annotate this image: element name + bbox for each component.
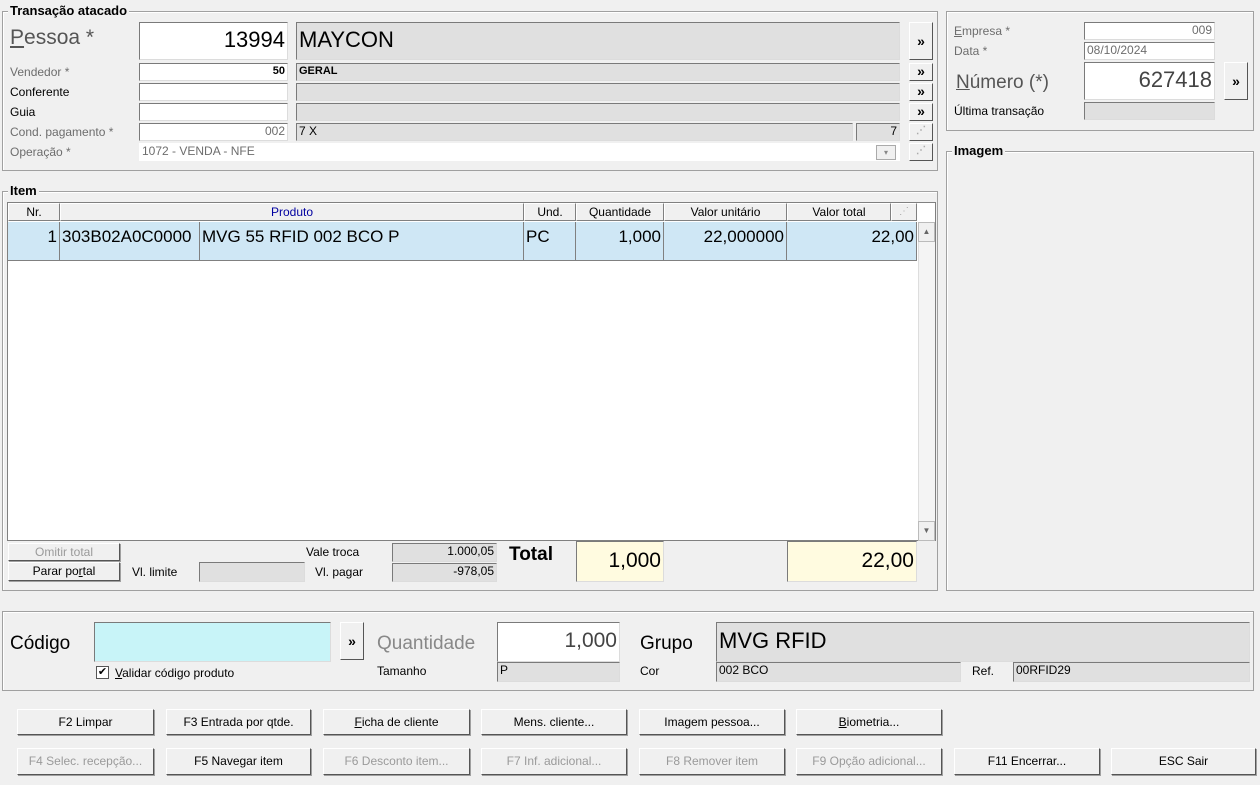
ficha-cliente-button[interactable]: Ficha de cliente	[323, 709, 470, 735]
validar-checkbox[interactable]: ✔	[96, 666, 109, 679]
empresa-input[interactable]: 009	[1084, 22, 1215, 40]
numero-label: Número (*)	[956, 72, 1049, 93]
encerrar-button[interactable]: F11 Encerrar...	[954, 748, 1100, 775]
scroll-down-icon[interactable]: ▼	[918, 521, 935, 541]
cor-field: 002 BCO	[716, 662, 961, 682]
imagem-legend: Imagem	[952, 143, 1006, 158]
operacao-dropdown-icon[interactable]: ▾	[876, 145, 896, 160]
total-label: Total	[509, 544, 553, 565]
scroll-up-icon[interactable]: ▲	[918, 222, 935, 242]
conferente-code-input[interactable]	[139, 83, 288, 101]
grupo-label: Grupo	[640, 633, 693, 654]
cond-pagamento-label: Cond. pagamento *	[10, 125, 114, 139]
codigo-label: Código	[10, 633, 71, 654]
mens-cliente-button[interactable]: Mens. cliente...	[481, 709, 627, 735]
grupo-field: MVG RFID	[716, 622, 1250, 662]
desconto-item-button[interactable]: F6 Desconto item...	[323, 748, 470, 775]
navegar-item-button[interactable]: F5 Navegar item	[166, 748, 311, 775]
numero-search-button[interactable]: »	[1224, 62, 1248, 100]
cell-quantidade: 1,000	[576, 222, 664, 261]
col-header-nr[interactable]: Nr.	[8, 203, 60, 221]
col-header-produto[interactable]: Produto	[60, 203, 524, 221]
pessoa-name-field: MAYCON	[296, 22, 900, 60]
cor-label: Cor	[640, 664, 660, 678]
total-quantidade-field: 1,000	[576, 541, 664, 582]
vendedor-name-field: GERAL	[296, 63, 900, 81]
guia-label: Guia	[10, 105, 36, 119]
vendedor-label: Vendedor *	[10, 65, 70, 79]
codigo-search-button[interactable]: »	[340, 622, 364, 660]
imagem-group	[946, 151, 1254, 591]
total-valor-field: 22,00	[787, 541, 917, 582]
biometria-button[interactable]: Biometria...	[796, 709, 942, 735]
remover-item-button[interactable]: F8 Remover item	[639, 748, 785, 775]
vale-troca-field: 1.000,05	[392, 543, 497, 562]
cond-pagamento-name-field: 7 X	[296, 123, 853, 141]
opcao-adicional-button[interactable]: F9 Opção adicional...	[796, 748, 942, 775]
codigo-input[interactable]	[94, 622, 331, 662]
conferente-name-field	[296, 83, 900, 101]
conferente-label: Conferente	[10, 85, 70, 99]
guia-search-button[interactable]: »	[909, 103, 933, 121]
cell-produto: MVG 55 RFID 002 BCO P	[200, 222, 524, 261]
ref-field: 00RFID29	[1013, 662, 1250, 682]
cell-valor-total: 22,00	[787, 222, 917, 261]
operacao-select[interactable]: 1072 - VENDA - NFE	[139, 143, 900, 161]
col-header-und[interactable]: Und.	[524, 203, 576, 221]
col-header-valor-unitario[interactable]: Valor unitário	[664, 203, 787, 221]
transacao-legend: Transação atacado	[8, 3, 130, 18]
numero-input[interactable]: 627418	[1084, 62, 1215, 100]
quantidade-input[interactable]: 1,000	[497, 622, 620, 662]
tamanho-label: Tamanho	[377, 664, 427, 678]
cell-nr: 1	[8, 222, 60, 261]
parar-portal-button[interactable]: Parar portal	[8, 562, 120, 581]
conferente-search-button[interactable]: »	[909, 83, 933, 101]
vl-pagar-field: -978,05	[392, 563, 497, 582]
ultima-transacao-field	[1084, 102, 1215, 120]
item-legend: Item	[8, 183, 39, 198]
pessoa-code-input[interactable]: 13994	[139, 22, 288, 60]
cond-pagamento-code-input[interactable]: 002	[139, 123, 288, 141]
tamanho-field: P	[497, 662, 620, 682]
inf-adicional-button[interactable]: F7 Inf. adicional...	[481, 748, 627, 775]
vl-limite-field	[199, 562, 305, 582]
col-header-valor-total[interactable]: Valor total	[787, 203, 891, 221]
cell-codigo: 303B02A0C0000	[60, 222, 200, 261]
data-label: Data *	[954, 44, 988, 58]
pessoa-label: Pessoa *	[10, 26, 95, 49]
col-header-quantidade[interactable]: Quantidade	[576, 203, 664, 221]
data-input[interactable]: 08/10/2024	[1084, 42, 1215, 60]
cond-pagamento-num-field: 7	[856, 123, 900, 141]
vl-pagar-label: Vl. pagar	[315, 565, 364, 579]
grid-scrollbar[interactable]	[918, 222, 935, 540]
validar-label: Validar código produto	[115, 666, 235, 680]
ref-label: Ref.	[972, 664, 995, 678]
quantidade-label: Quantidade	[377, 633, 476, 654]
selec-recepcao-button[interactable]: F4 Selec. recepção...	[17, 748, 154, 775]
vendedor-search-button[interactable]: »	[909, 63, 933, 81]
guia-name-field	[296, 103, 900, 121]
entrada-qtde-button[interactable]: F3 Entrada por qtde.	[166, 709, 311, 735]
ultima-transacao-label: Última transação	[954, 104, 1045, 118]
cond-pagamento-button: ⋰	[909, 123, 933, 141]
omitir-total-button[interactable]: Omitir total	[8, 543, 120, 561]
operacao-label: Operação *	[10, 145, 71, 159]
sair-button[interactable]: ESC Sair	[1111, 748, 1256, 775]
vale-troca-label: Vale troca	[306, 545, 360, 559]
col-header-config-icon[interactable]: ⋰	[891, 203, 917, 221]
guia-code-input[interactable]	[139, 103, 288, 121]
operacao-button: ⋰	[909, 143, 933, 161]
imagem-pessoa-button[interactable]: Imagem pessoa...	[639, 709, 785, 735]
cell-valor-unitario: 22,000000	[664, 222, 787, 261]
limpar-button[interactable]: F2 Limpar	[17, 709, 154, 735]
empresa-label: Empresa *	[954, 24, 1011, 38]
vendedor-code-input[interactable]: 50	[139, 63, 288, 81]
cell-und: PC	[524, 222, 576, 261]
pessoa-search-button[interactable]: »	[909, 22, 933, 60]
vl-limite-label: Vl. limite	[132, 565, 178, 579]
